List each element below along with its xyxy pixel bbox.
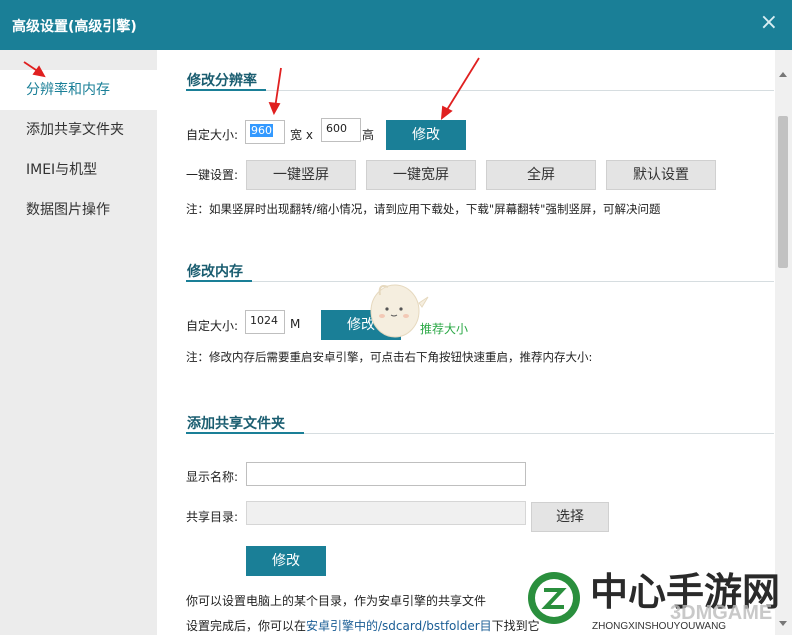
preset-default-button[interactable]: 默认设置 [606,160,716,190]
section-title-shared-folder: 添加共享文件夹 [187,416,285,432]
preset-label: 一键设置: [186,168,239,182]
height-unit-label: 高 [362,128,375,142]
mascot-icon [370,284,429,338]
sidebar-item-resolution-memory[interactable]: 分辨率和内存 [0,70,157,110]
shared-folder-help-line1: 你可以设置电脑上的某个目录，作为安卓引擎的共享文件 [186,594,487,608]
sidebar-item-shared-folder[interactable]: 添加共享文件夹 [0,110,157,150]
help-prefix: 设置完成后，你可以在 [186,619,307,633]
memory-input[interactable]: 1024 [245,310,285,334]
width-value: 960 [250,124,273,137]
width-input[interactable]: 960 [245,120,285,144]
section-underline [186,280,252,282]
preset-portrait-button[interactable]: 一键竖屏 [246,160,356,190]
height-input[interactable]: 600 [321,118,361,142]
divider [186,281,774,282]
settings-panel: 修改分辨率 自定大小: 960 宽 x 600 高 修改 一键设置: 一键竖屏 … [157,50,775,635]
section-title-memory: 修改内存 [187,264,243,280]
memory-unit-label: M [290,317,301,331]
display-name-input[interactable] [246,462,526,486]
choose-folder-button[interactable]: 选择 [531,502,609,532]
title-bar: 高级设置(高级引擎) × [0,0,792,50]
memory-custom-label: 自定大小: [186,319,239,333]
resolution-custom-label: 自定大小: [186,128,239,142]
divider [186,90,774,91]
close-icon[interactable]: × [760,11,778,35]
sidebar-item-data-images[interactable]: 数据图片操作 [0,190,157,230]
scroll-thumb[interactable] [778,116,788,268]
scroll-up-icon[interactable] [779,72,787,77]
sdcard-path-link: 安卓引擎中的/sdcard/bstfolder目 [306,619,492,633]
memory-note: 注：修改内存后需要重启安卓引擎，可点击右下角按钮快速重启，推荐内存大小: [186,350,593,364]
window-title: 高级设置(高级引擎) [12,19,137,35]
share-dir-label: 共享目录: [186,510,239,524]
section-underline [186,89,266,91]
width-unit-label: 宽 x [290,128,313,142]
sidebar-item-imei-model[interactable]: IMEI与机型 [0,150,157,190]
display-name-label: 显示名称: [186,470,239,484]
share-dir-input[interactable] [246,501,526,525]
section-underline [186,432,304,434]
preset-fullscreen-button[interactable]: 全屏 [486,160,596,190]
preset-landscape-button[interactable]: 一键宽屏 [366,160,476,190]
resolution-note: 注：如果竖屏时出现翻转/缩小情况，请到应用下载处，下载"屏幕翻转"强制竖屏，可解… [186,202,661,216]
watermark-sub: ZHONGXINSHOUYOUWANG [592,621,726,632]
resolution-modify-button[interactable]: 修改 [386,120,466,150]
sidebar: 分辨率和内存 添加共享文件夹 IMEI与机型 数据图片操作 [0,50,157,635]
section-title-resolution: 修改分辨率 [187,73,257,89]
site-watermark: 中心手游网 3DMGAME ZHONGXINSHOUYOUWANG [528,572,780,632]
vertical-scrollbar[interactable] [775,50,792,635]
shared-folder-help-line2: 设置完成后，你可以在安卓引擎中的/sdcard/bstfolder目下找到它 [186,617,540,634]
shared-folder-modify-button[interactable]: 修改 [246,546,326,576]
